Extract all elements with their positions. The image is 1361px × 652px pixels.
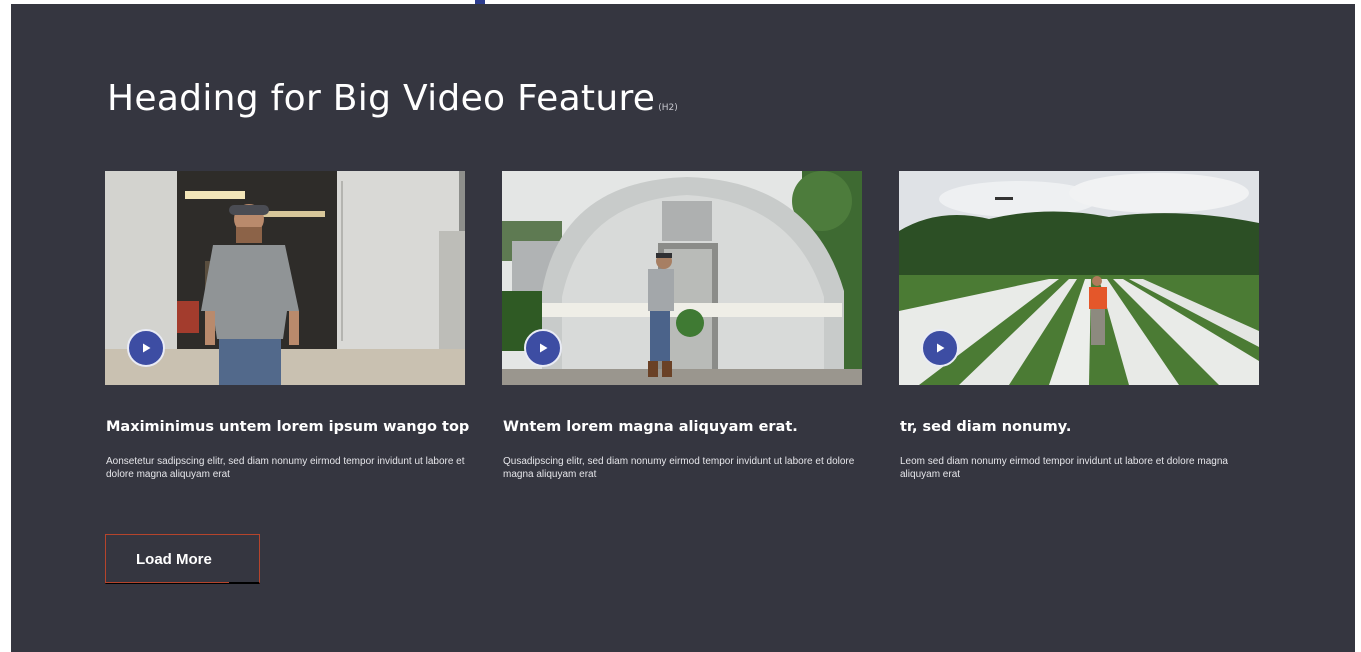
card-title: tr, sed diam nonumy.: [900, 419, 1072, 435]
video-card: Maximinimus untem lorem ipsum wango top …: [105, 171, 469, 480]
play-button[interactable]: [127, 329, 165, 367]
card-title: Wntem lorem magna aliquyam erat.: [503, 419, 798, 435]
play-button[interactable]: [921, 329, 959, 367]
card-description: Qusadipscing elitr, sed diam nonumy eirm…: [503, 456, 855, 480]
video-thumbnail[interactable]: [502, 171, 862, 385]
heading-tag: (H2): [658, 103, 678, 113]
video-card: Wntem lorem magna aliquyam erat. Qusadip…: [502, 171, 862, 480]
video-thumbnail[interactable]: [105, 171, 465, 385]
load-more-button[interactable]: Load More: [105, 534, 260, 584]
card-title: Maximinimus untem lorem ipsum wango top: [106, 419, 470, 435]
load-more-label: Load More: [136, 551, 212, 568]
play-icon: [143, 343, 151, 353]
play-button[interactable]: [524, 329, 562, 367]
play-icon: [540, 343, 548, 353]
card-description: Aonsetetur sadipscing elitr, sed diam no…: [106, 456, 465, 480]
video-thumbnail[interactable]: [899, 171, 1259, 385]
video-card: tr, sed diam nonumy. Leom sed diam nonum…: [899, 171, 1259, 480]
section-heading-text: Heading for Big Video Feature: [107, 78, 656, 119]
section-heading: Heading for Big Video Feature (H2): [107, 78, 678, 119]
play-icon: [937, 343, 945, 353]
card-description: Leom sed diam nonumy eirmod tempor invid…: [900, 456, 1228, 480]
video-feature-section: Heading for Big Video Feature (H2) Maxim…: [11, 4, 1355, 652]
load-more-underline: [105, 582, 229, 583]
